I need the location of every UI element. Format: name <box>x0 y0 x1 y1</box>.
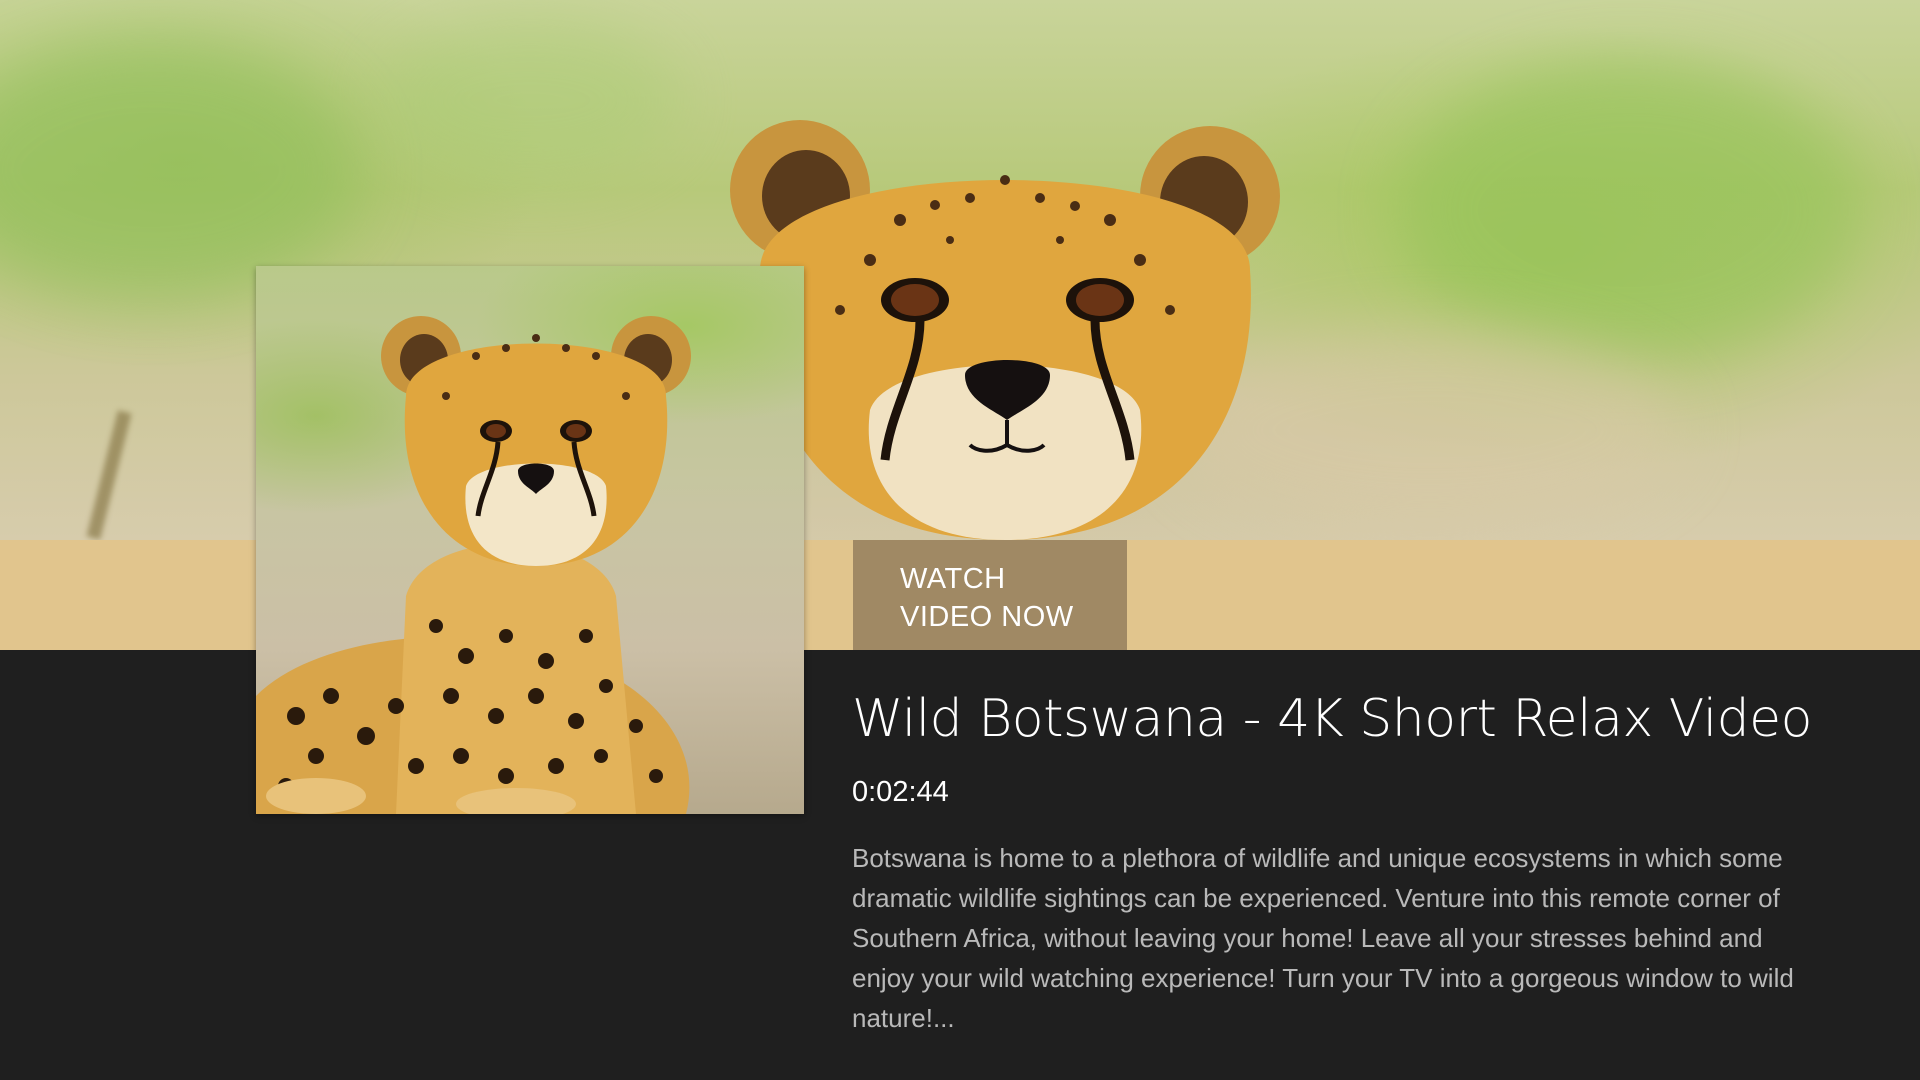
video-title: Wild Botswana - 4K Short Relax Video <box>852 689 1812 749</box>
thumbnail-cheetah-image <box>256 316 691 814</box>
details-screen: WATCH VIDEO NOW Wild Botswana - 4K Short… <box>0 0 1920 1080</box>
video-description: Botswana is home to a plethora of wildli… <box>852 843 1794 1033</box>
hero-cheetah-image <box>730 120 1280 540</box>
video-thumbnail <box>256 266 804 814</box>
video-duration: 0:02:44 <box>852 776 949 808</box>
watch-video-now-button[interactable]: WATCH VIDEO NOW <box>853 540 1127 650</box>
